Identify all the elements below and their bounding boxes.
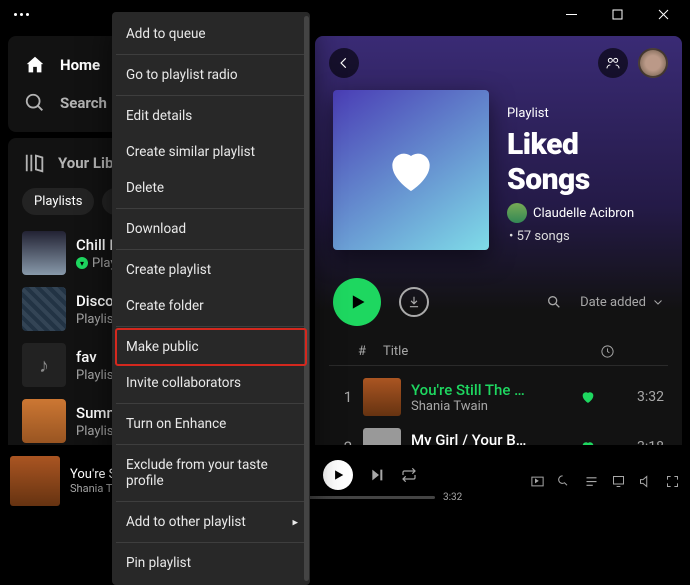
total-time: 3:32: [443, 492, 462, 503]
col-number: #: [347, 344, 377, 359]
ctx-add-to-queue[interactable]: Add to queue: [116, 16, 306, 52]
ctx-delete[interactable]: Delete: [116, 170, 306, 206]
nav-home-label: Home: [60, 56, 100, 74]
player-play-button[interactable]: [323, 460, 353, 490]
now-playing-bar: You're Still The One Shania Twain 0:05 3…: [0, 445, 690, 517]
track-title: You're Still The …: [411, 381, 580, 399]
window-close[interactable]: [640, 0, 686, 28]
playlist-art: [22, 231, 66, 275]
ctx-create-similar[interactable]: Create similar playlist: [116, 134, 306, 170]
ctx-turn-on-enhance[interactable]: Turn on Enhance: [116, 406, 306, 442]
playlist-count: • 57 songs: [507, 229, 664, 244]
liked-songs-art: [333, 90, 489, 250]
queue-icon[interactable]: [584, 474, 599, 489]
ctx-invite-collaborators[interactable]: Invite collaborators: [116, 365, 306, 401]
back-button[interactable]: [329, 48, 359, 78]
ctx-create-folder[interactable]: Create folder: [116, 288, 306, 324]
ctx-pin-playlist[interactable]: Pin playlist: [116, 545, 306, 581]
ctx-add-to-other-playlist[interactable]: Add to other playlist: [116, 504, 306, 540]
chip-playlists[interactable]: Playlists: [22, 188, 94, 215]
fullscreen-icon[interactable]: [665, 474, 680, 489]
devices-icon[interactable]: [611, 474, 626, 489]
search-tracks-icon[interactable]: [546, 294, 562, 310]
now-playing-view-icon[interactable]: [530, 474, 545, 489]
sort-button[interactable]: Date added: [580, 295, 664, 310]
window-maximize[interactable]: [594, 0, 640, 28]
col-duration: [600, 344, 650, 359]
home-icon: [24, 54, 46, 76]
playlist-type: Playlist: [507, 106, 664, 121]
window-minimize[interactable]: [548, 0, 594, 28]
play-button[interactable]: [333, 278, 381, 326]
search-icon: [24, 92, 46, 114]
track-duration: 3:32: [616, 389, 664, 405]
playlist-art: [22, 399, 66, 443]
track-art: [363, 378, 401, 416]
user-avatar[interactable]: [638, 48, 668, 78]
ctx-make-public[interactable]: Make public: [116, 329, 306, 365]
track-number: 1: [333, 388, 363, 406]
library-icon: [24, 152, 46, 174]
playlist-hero: Playlist Liked Songs Claudelle Acibron •…: [315, 90, 682, 268]
like-icon[interactable]: [580, 389, 616, 405]
progress-bar[interactable]: [305, 496, 435, 499]
pin-icon: ▾: [76, 257, 88, 269]
next-button[interactable]: [369, 467, 385, 483]
main-view: Playlist Liked Songs Claudelle Acibron •…: [315, 36, 682, 509]
owner-avatar: [507, 203, 527, 223]
volume-icon[interactable]: [638, 474, 653, 489]
window-titlebar: [0, 0, 690, 28]
ctx-download[interactable]: Download: [116, 211, 306, 247]
friends-button[interactable]: [598, 48, 628, 78]
context-menu: Add to queue Go to playlist radio Edit d…: [112, 12, 310, 585]
ctx-create-playlist[interactable]: Create playlist: [116, 252, 306, 288]
ctx-edit-details[interactable]: Edit details: [116, 98, 306, 134]
nav-search-label: Search: [60, 94, 107, 112]
repeat-button[interactable]: [401, 467, 417, 483]
ctx-exclude-taste[interactable]: Exclude from your taste profile: [116, 447, 306, 499]
playlist-title: Liked Songs: [507, 127, 664, 197]
download-button[interactable]: [399, 287, 429, 317]
col-title: Title: [377, 344, 600, 359]
now-playing-art[interactable]: [10, 456, 60, 506]
playlist-owner[interactable]: Claudelle Acibron: [507, 203, 664, 223]
chevron-down-icon: [652, 296, 664, 308]
playlist-art: ♪: [22, 343, 66, 387]
lyrics-icon[interactable]: [557, 474, 572, 489]
track-header: # Title: [329, 340, 668, 366]
clock-icon: [600, 344, 615, 359]
playlist-art: [22, 287, 66, 331]
app-menu-dots[interactable]: [4, 13, 29, 16]
track-row[interactable]: 1 You're Still The … Shania Twain 3:32: [329, 372, 668, 422]
ctx-go-to-playlist-radio[interactable]: Go to playlist radio: [116, 57, 306, 93]
track-artist: Shania Twain: [411, 399, 580, 414]
